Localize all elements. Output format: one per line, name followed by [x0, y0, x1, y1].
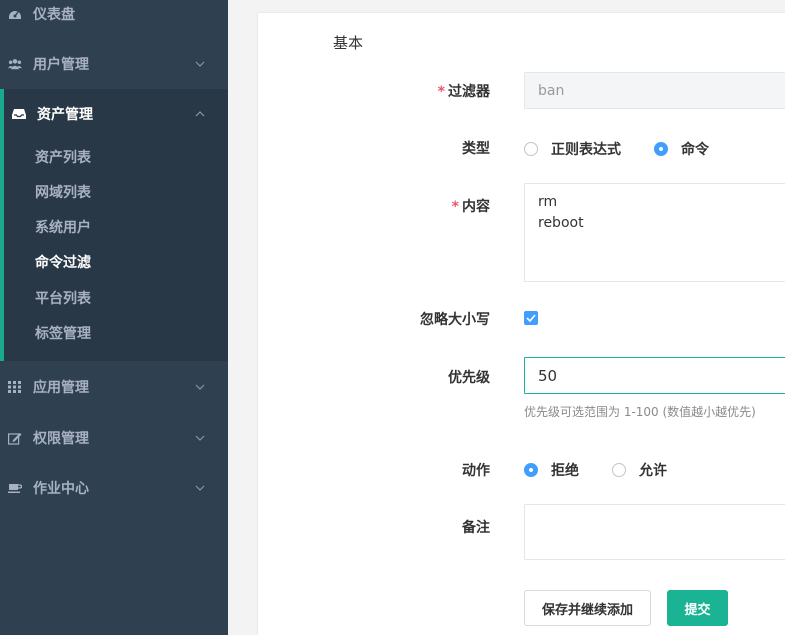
sidebar-item-users[interactable]: 用户管理	[0, 39, 228, 89]
sidebar-item-label: 应用管理	[33, 380, 89, 396]
sidebar-item-jobs[interactable]: 作业中心	[0, 463, 228, 513]
type-option-command-label: 命令	[681, 142, 709, 158]
submenu-item-command-filter[interactable]: 命令过滤	[35, 252, 91, 272]
radio-allow[interactable]	[612, 463, 626, 477]
coffee-icon	[8, 481, 22, 495]
submenu-item-asset-list[interactable]: 资产列表	[35, 147, 91, 167]
section-title: 基本	[333, 34, 364, 52]
content-textarea[interactable]: rm reboot	[524, 183, 785, 282]
chevron-down-icon	[186, 61, 214, 67]
sidebar-item-label: 资产管理	[37, 107, 93, 123]
users-icon	[8, 57, 22, 71]
comment-textarea[interactable]	[524, 504, 785, 560]
submenu-item-system-user[interactable]: 系统用户	[35, 217, 91, 237]
assets-submenu: 资产列表 网域列表 系统用户 命令过滤 平台列表 标签管理	[0, 139, 228, 361]
ignore-case-label: 忽略大小写	[420, 312, 490, 328]
sidebar-item-label: 作业中心	[33, 481, 89, 497]
type-option-regex-label: 正则表达式	[551, 142, 621, 158]
sidebar-item-permissions[interactable]: 权限管理	[0, 413, 228, 463]
sidebar-item-dashboard[interactable]: 仪表盘	[0, 0, 228, 39]
priority-hint: 优先级可选范围为 1-100 (数值越小越优先)	[524, 405, 756, 419]
submenu-item-platform-list[interactable]: 平台列表	[35, 288, 91, 308]
action-option-deny-label: 拒绝	[551, 463, 579, 479]
chevron-down-icon	[186, 384, 214, 390]
submenu-item-domain-list[interactable]: 网域列表	[35, 182, 91, 202]
content-label: 内容	[462, 199, 490, 215]
content-label-row: * 内容	[250, 196, 490, 216]
type-radio-group: 正则表达式 命令	[524, 139, 709, 159]
submit-button[interactable]: 提交	[667, 590, 728, 626]
action-option-allow-label: 允许	[639, 463, 667, 479]
edit-icon	[8, 431, 22, 445]
sidebar-item-label: 用户管理	[33, 57, 89, 73]
action-label: 动作	[462, 463, 490, 479]
type-label: 类型	[462, 141, 490, 157]
sidebar-item-applications[interactable]: 应用管理	[0, 362, 228, 412]
sidebar-item-label: 仪表盘	[33, 7, 75, 23]
chevron-down-icon	[186, 435, 214, 441]
radio-command[interactable]	[654, 142, 668, 156]
priority-input[interactable]: 50	[524, 357, 785, 394]
check-icon	[526, 314, 536, 322]
action-option-allow[interactable]: 允许	[612, 460, 667, 480]
radio-deny[interactable]	[524, 463, 538, 477]
priority-label: 优先级	[448, 370, 490, 386]
ignore-case-checkbox[interactable]	[524, 311, 538, 325]
content-line: reboot	[538, 215, 584, 231]
required-marker: *	[451, 199, 459, 215]
save-and-continue-button[interactable]: 保存并继续添加	[524, 590, 651, 626]
chevron-up-icon	[186, 111, 214, 117]
sidebar: 仪表盘 用户管理 资产管理 资产列表 网域列表 系统用户 命令过滤 平台列表 标…	[0, 0, 228, 635]
type-option-regex[interactable]: 正则表达式	[524, 139, 621, 159]
action-option-deny[interactable]: 拒绝	[524, 460, 579, 480]
apps-grid-icon	[8, 380, 22, 394]
content-line: rm	[538, 194, 558, 210]
sidebar-item-assets[interactable]: 资产管理	[0, 89, 228, 139]
type-option-command[interactable]: 命令	[654, 139, 709, 159]
required-marker: *	[437, 84, 445, 100]
filter-label-row: * 过滤器	[250, 81, 490, 101]
filter-label: 过滤器	[448, 84, 490, 100]
sidebar-item-label: 权限管理	[33, 431, 89, 447]
inbox-icon	[12, 107, 26, 121]
comment-label: 备注	[462, 520, 490, 536]
filter-field[interactable]: ban	[524, 72, 785, 109]
radio-regex[interactable]	[524, 142, 538, 156]
dashboard-icon	[8, 7, 22, 21]
submenu-item-label-management[interactable]: 标签管理	[35, 323, 91, 343]
action-radio-group: 拒绝 允许	[524, 460, 667, 480]
chevron-down-icon	[186, 485, 214, 491]
